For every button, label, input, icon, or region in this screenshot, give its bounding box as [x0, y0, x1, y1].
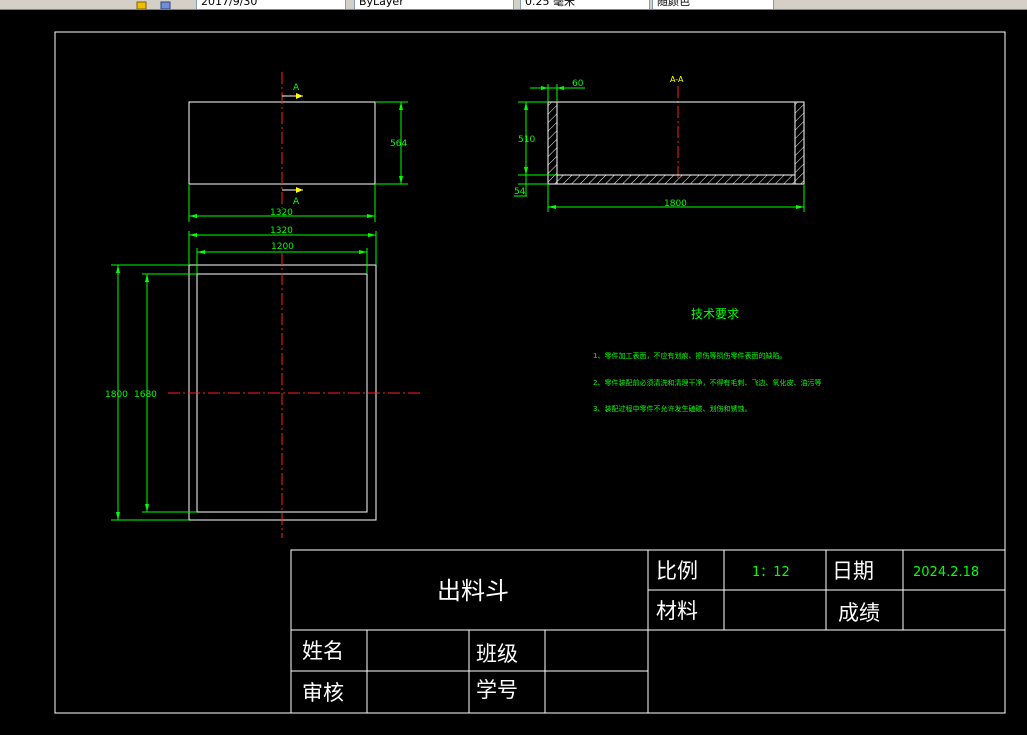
section-title: A-A: [670, 75, 684, 84]
date-label: 日期: [832, 559, 874, 583]
section-dim-bottom: 54: [514, 187, 526, 197]
section-arrow-top: [296, 93, 303, 99]
front-view: 1320 1200 1800 1680: [105, 226, 422, 538]
drawing-canvas[interactable]: A A 564 1320 A-A 60 510 54 1800 1320 120…: [0, 10, 1027, 735]
name-label: 姓名: [302, 639, 344, 663]
properties-toolbar: 2017/9/30 ByLayer 0.25 毫米 随颜色: [0, 0, 1027, 10]
front-dim-outer-height: 1800: [105, 390, 128, 400]
part-name: 出料斗: [437, 577, 509, 605]
class-label: 班级: [476, 642, 518, 666]
tech-requirements: 技术要求 1、零件加工表面，不应有划痕、擦伤等损伤零件表面的缺陷。 2、零件装配…: [593, 307, 821, 413]
front-dim-outer-width: 1320: [270, 226, 293, 236]
scale-label: 比例: [656, 559, 698, 583]
plotstyle-combo[interactable]: 随颜色: [652, 0, 774, 9]
tech-item-2: 2、零件装配前必须清洗和清理干净，不得有毛刺、飞边、氧化皮、油污等: [593, 378, 821, 387]
id-label: 学号: [476, 678, 518, 702]
layer-freeze-icon[interactable]: [160, 0, 172, 9]
tech-item-1: 1、零件加工表面，不应有划痕、擦伤等损伤零件表面的缺陷。: [593, 351, 786, 360]
title-block: [290, 549, 1006, 714]
date-value: 2024.2.18: [913, 565, 979, 580]
front-dim-inner-height: 1680: [134, 390, 157, 400]
section-dim-length: 1800: [664, 199, 687, 209]
title-block-text: 出料斗 比例 1：12 日期 2024.2.18 材料 成绩 姓名 班级 审核 …: [302, 559, 979, 705]
date-combo[interactable]: 2017/9/30: [196, 0, 346, 9]
section-mark-top: A: [293, 83, 300, 93]
section-mark-bottom: A: [293, 197, 300, 207]
tech-title: 技术要求: [691, 307, 739, 321]
section-arrow-bottom: [296, 187, 303, 193]
lineweight-combo[interactable]: 0.25 毫米: [520, 0, 650, 9]
grade-label: 成绩: [838, 601, 880, 625]
section-dim-wall: 60: [572, 79, 584, 89]
layer-state-icon[interactable]: [136, 0, 148, 9]
material-label: 材料: [656, 599, 698, 623]
linetype-combo[interactable]: ByLayer: [354, 0, 514, 9]
review-label: 审核: [302, 681, 344, 705]
tech-item-3: 3、装配过程中零件不允许发生磕碰、划伤和锈蚀。: [593, 404, 751, 413]
front-dim-inner-width: 1200: [271, 242, 294, 252]
top-dim-height: 564: [390, 139, 407, 149]
top-dim-width: 1320: [270, 208, 293, 218]
scale-value: 1：12: [752, 565, 790, 580]
section-view: A-A 60 510 54 1800: [514, 75, 805, 212]
top-view: A A 564 1320: [188, 72, 408, 222]
section-dim-height: 510: [518, 135, 535, 145]
